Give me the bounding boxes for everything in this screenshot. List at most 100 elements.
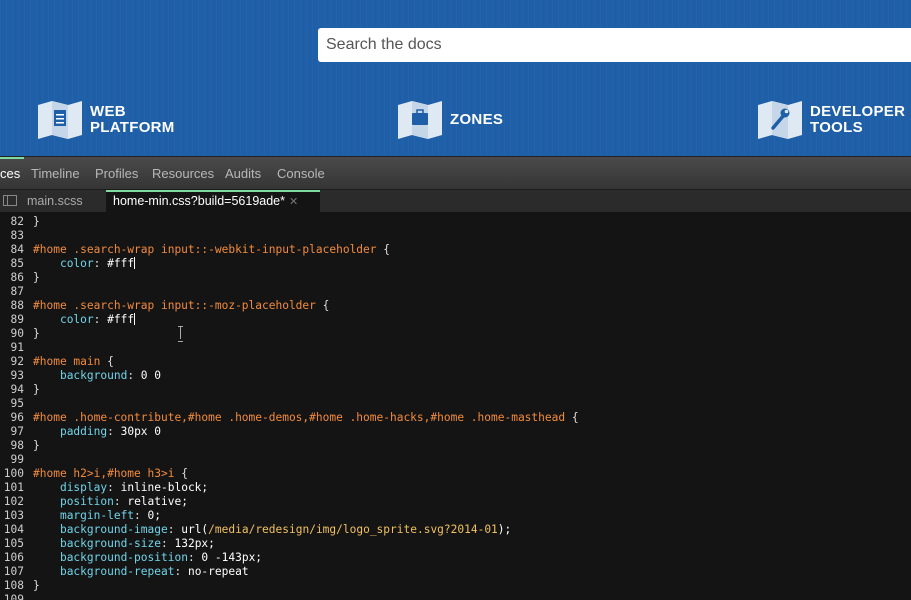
code-token: color bbox=[59, 313, 94, 326]
file-tab-home-min-css[interactable]: home-min.css?build=5619ade* ✕ bbox=[106, 190, 320, 212]
devtools-tab-bar: ces Timeline Profiles Resources Audits C… bbox=[0, 156, 911, 190]
code-text: position: relative; bbox=[33, 495, 188, 509]
code-token: } bbox=[33, 439, 40, 452]
code-token: background-size bbox=[59, 537, 161, 550]
code-text: } bbox=[33, 439, 40, 453]
briefcase-map-icon bbox=[398, 101, 442, 139]
code-token: #home .search-wrap input::-moz-placehold… bbox=[33, 299, 316, 312]
code-token: { bbox=[376, 243, 390, 256]
code-token: { bbox=[174, 467, 188, 480]
code-text: } bbox=[33, 579, 40, 593]
search-box[interactable] bbox=[318, 28, 911, 62]
code-token: } bbox=[33, 215, 40, 228]
text-cursor-icon bbox=[176, 326, 183, 342]
search-input[interactable] bbox=[318, 28, 911, 62]
site-header: Web Platform Zones Developer Tools bbox=[0, 0, 911, 156]
code-text: margin-left: 0; bbox=[33, 509, 161, 523]
code-text: #home .home-contribute,#home .home-demos… bbox=[33, 411, 579, 425]
code-token: background-repeat bbox=[59, 565, 175, 578]
code-text: #home h2>i,#home h3>i { bbox=[33, 467, 188, 481]
tab-profiles[interactable]: Profiles bbox=[95, 166, 138, 181]
code-token: } bbox=[33, 271, 40, 284]
nav-zones[interactable]: Zones bbox=[398, 100, 545, 140]
tab-sources[interactable]: ces bbox=[0, 166, 20, 181]
line-number: 103 bbox=[3, 509, 24, 522]
tab-audits[interactable]: Audits bbox=[225, 166, 261, 181]
tab-resources[interactable]: Resources bbox=[152, 166, 214, 181]
file-tab-main-scss[interactable]: main.scss bbox=[27, 190, 83, 212]
code-token: #fff bbox=[107, 257, 135, 270]
line-number: 94 bbox=[10, 383, 24, 396]
tab-timeline[interactable]: Timeline bbox=[31, 166, 80, 181]
line-number: 93 bbox=[10, 369, 24, 382]
code-token: : bbox=[134, 509, 148, 522]
code-token: : bbox=[93, 257, 108, 270]
code-token: } bbox=[33, 383, 40, 396]
code-token: 0; bbox=[147, 509, 162, 522]
line-number: 85 bbox=[10, 257, 24, 270]
code-token: /media/redesign/img/logo_sprite.svg?2014… bbox=[208, 523, 498, 536]
code-text: background-position: 0 -143px; bbox=[33, 551, 262, 565]
code-token: position bbox=[59, 495, 114, 508]
code-token: : bbox=[161, 537, 175, 550]
nav-label: Web Platform bbox=[90, 103, 175, 136]
nav-web-platform[interactable]: Web Platform bbox=[38, 100, 185, 140]
code-text: #home .search-wrap input::-moz-placehold… bbox=[33, 299, 329, 313]
code-token: : bbox=[127, 369, 141, 382]
code-token: relative; bbox=[127, 495, 188, 508]
code-token: color bbox=[59, 257, 94, 270]
code-token: : bbox=[187, 551, 202, 564]
tab-console[interactable]: Console bbox=[277, 166, 325, 181]
code-token: 30px 0 bbox=[120, 425, 162, 438]
code-text: #home .search-wrap input::-webkit-input-… bbox=[33, 243, 390, 257]
code-token: { bbox=[565, 411, 579, 424]
code-token: : bbox=[107, 425, 121, 438]
code-text: background-repeat: no-repeat bbox=[33, 565, 249, 579]
nav-developer-tools[interactable]: Developer Tools bbox=[758, 100, 905, 140]
code-token: { bbox=[315, 299, 330, 312]
code-token: #fff bbox=[107, 313, 135, 326]
line-number: 98 bbox=[10, 439, 24, 452]
code-token: #home main bbox=[33, 355, 101, 368]
code-text: background: 0 0 bbox=[33, 369, 161, 383]
sidebar-toggle-icon[interactable] bbox=[3, 195, 17, 206]
line-number: 83 bbox=[10, 229, 24, 242]
code-token: background-position bbox=[59, 551, 188, 564]
code-editor[interactable]: 82} 83 84 #home .search-wrap input::-webkit… bbox=[0, 212, 911, 600]
code-token: margin-left bbox=[59, 509, 135, 522]
line-number: 100 bbox=[3, 467, 24, 480]
line-number: 82 bbox=[10, 215, 24, 228]
code-text: background-image: url(/media/redesign/im… bbox=[33, 523, 511, 537]
code-text: padding: 30px 0 bbox=[33, 425, 161, 439]
code-token: : bbox=[167, 523, 182, 536]
line-number: 91 bbox=[10, 341, 24, 354]
text-caret bbox=[134, 257, 136, 269]
code-token: : bbox=[113, 495, 128, 508]
code-token: #home h2>i,#home h3>i bbox=[33, 467, 175, 480]
code-token: display bbox=[59, 481, 108, 494]
line-number: 87 bbox=[10, 285, 24, 298]
line-number: 108 bbox=[3, 579, 24, 592]
close-icon[interactable]: ✕ bbox=[289, 196, 298, 208]
code-token: 0 0 bbox=[140, 369, 162, 382]
line-number: 102 bbox=[3, 495, 24, 508]
editor-file-tabs: main.scss home-min.css?build=5619ade* ✕ bbox=[0, 190, 911, 212]
code-token: ); bbox=[497, 523, 512, 536]
line-number: 104 bbox=[3, 523, 24, 536]
file-tab-label: home-min.css?build=5619ade* bbox=[113, 194, 285, 208]
file-tab-label: main.scss bbox=[27, 194, 83, 208]
line-number: 106 bbox=[3, 551, 24, 564]
code-token: 132px; bbox=[174, 537, 215, 550]
nav-label: Zones bbox=[450, 111, 504, 128]
code-token: no-repeat bbox=[187, 565, 249, 578]
line-number: 95 bbox=[10, 397, 24, 410]
document-map-icon bbox=[38, 101, 82, 139]
code-text: display: inline-block; bbox=[33, 481, 208, 495]
